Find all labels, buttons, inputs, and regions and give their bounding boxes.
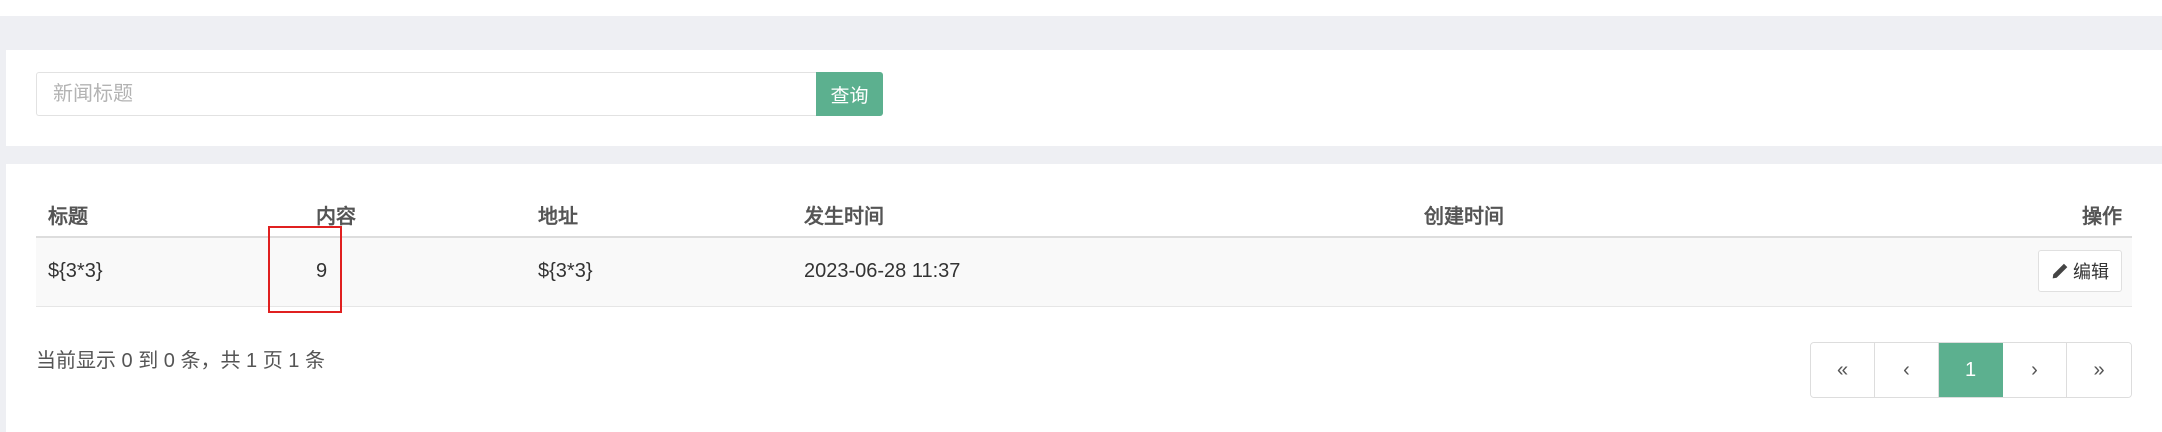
cell-content: 9: [316, 260, 328, 282]
table-row: ${3*3} 9 ${3*3} 2023-06-28 11:37 编辑: [36, 238, 2132, 307]
cell-occurred-time: 2023-06-28 11:37: [804, 260, 961, 282]
column-header-title: 标题: [48, 206, 88, 228]
search-panel: 查询: [6, 50, 2162, 146]
news-table: 标题 内容 地址 发生时间 创建时间 操作 ${3*3} 9 ${3*3} 20…: [36, 186, 2132, 307]
current-page-button[interactable]: 1: [1939, 343, 2003, 397]
column-header-created-time: 创建时间: [1424, 206, 1504, 228]
pencil-icon: [2052, 263, 2068, 279]
top-strip: [0, 0, 2162, 16]
cell-address: ${3*3}: [538, 260, 593, 282]
last-page-button[interactable]: »: [2067, 343, 2131, 397]
cell-title: ${3*3}: [48, 260, 103, 282]
news-title-search-input[interactable]: [36, 72, 816, 116]
pagination-summary: 当前显示 0 到 0 条，共 1 页 1 条: [36, 350, 325, 372]
column-header-occurred-time: 发生时间: [804, 206, 884, 228]
edit-button[interactable]: 编辑: [2038, 250, 2122, 292]
search-button[interactable]: 查询: [816, 72, 883, 116]
table-header: 标题 内容 地址 发生时间 创建时间 操作: [36, 186, 2132, 238]
column-header-address: 地址: [538, 206, 578, 228]
column-header-content: 内容: [316, 206, 356, 228]
previous-page-button[interactable]: ‹: [1875, 343, 1939, 397]
column-header-actions: 操作: [2082, 206, 2122, 228]
next-page-button[interactable]: ›: [2003, 343, 2067, 397]
first-page-button[interactable]: «: [1811, 343, 1875, 397]
pagination: « ‹ 1 › »: [1810, 342, 2132, 398]
edit-button-label: 编辑: [2073, 262, 2109, 282]
news-table-panel: 标题 内容 地址 发生时间 创建时间 操作 ${3*3} 9 ${3*3} 20…: [6, 164, 2162, 432]
